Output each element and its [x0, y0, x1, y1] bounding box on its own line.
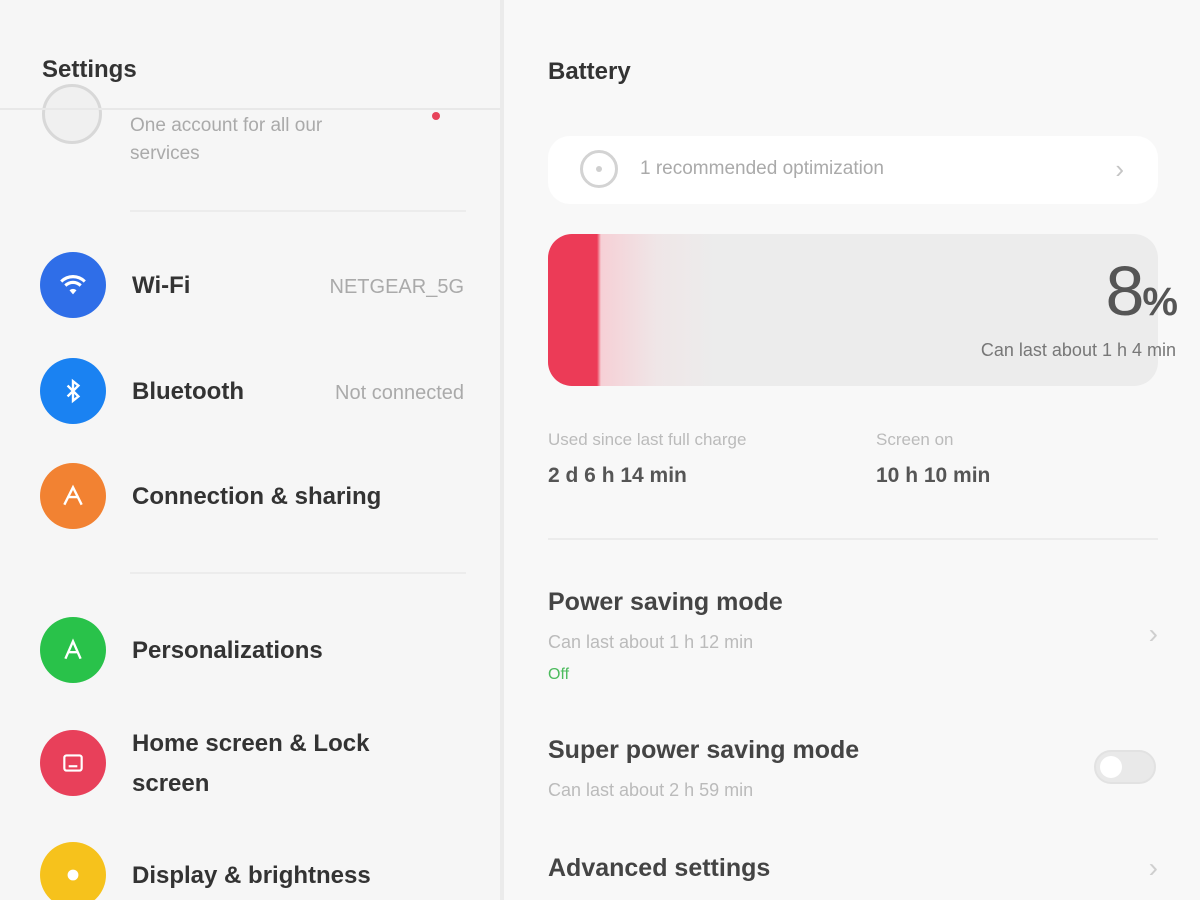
battery-title: Battery — [548, 58, 631, 85]
chevron-right-icon: › — [1148, 852, 1158, 883]
settings-title: Settings — [42, 56, 137, 83]
sidebar-item-label: Personalizations — [132, 637, 323, 664]
wifi-icon — [40, 252, 106, 318]
toggle-knob — [1100, 756, 1122, 778]
optimization-icon — [580, 150, 618, 188]
sidebar-item-home-lock-screen[interactable]: Home screen & Lock screen — [0, 730, 500, 810]
notification-dot — [432, 112, 440, 120]
super-power-saving-row: Super power saving mode Can last about 2… — [504, 736, 1200, 806]
screen-on-label: Screen on — [876, 430, 954, 449]
section-divider — [130, 572, 466, 574]
power-saving-title: Power saving mode — [548, 588, 783, 616]
since-full-charge-value: 2 d 6 h 14 min — [548, 464, 687, 487]
advanced-settings-row[interactable]: Advanced settings › — [504, 852, 1200, 894]
super-power-saving-title: Super power saving mode — [548, 736, 860, 764]
battery-level-bar — [548, 234, 717, 386]
power-saving-mode-row[interactable]: Power saving mode Can last about 1 h 12 … — [504, 588, 1200, 688]
bluetooth-status-value: Not connected — [335, 382, 464, 404]
chevron-right-icon: › — [1148, 618, 1158, 649]
screen-on-value: 10 h 10 min — [876, 464, 991, 487]
battery-percentage: 8% — [1105, 256, 1178, 337]
super-power-saving-subtitle: Can last about 2 h 59 min — [548, 780, 754, 800]
chevron-right-icon: › — [1115, 154, 1124, 184]
header-divider — [0, 108, 500, 110]
since-full-charge-label: Used since last full charge — [548, 430, 747, 449]
sidebar-item-wifi[interactable]: Wi-Fi NETGEAR_5G — [0, 252, 500, 318]
advanced-settings-title: Advanced settings — [548, 854, 771, 882]
share-icon — [40, 463, 106, 529]
sidebar-item-label: Home screen & Lock screen — [132, 730, 370, 797]
sidebar-item-personalizations[interactable]: Personalizations — [0, 617, 500, 683]
battery-time-estimate: Can last about 1 h 4 min — [980, 340, 1176, 360]
sidebar-item-label: Connection & sharing — [132, 483, 382, 510]
wifi-network-value: NETGEAR_5G — [329, 276, 464, 298]
optimization-card[interactable]: 1 recommended optimization › — [548, 136, 1158, 204]
battery-panel: Battery 1 recommended optimization › 8% … — [504, 0, 1200, 900]
personalization-icon — [40, 617, 106, 683]
power-saving-subtitle: Can last about 1 h 12 min — [548, 632, 754, 652]
home-screen-icon — [40, 730, 106, 796]
section-divider — [130, 210, 466, 212]
sidebar-item-bluetooth[interactable]: Bluetooth Not connected — [0, 358, 500, 424]
battery-percentage-value: 8 — [1105, 252, 1144, 330]
bluetooth-icon — [40, 358, 106, 424]
account-subtitle[interactable]: One account for all our services — [130, 112, 370, 168]
sidebar-item-display-brightness[interactable]: Display & brightness — [0, 842, 500, 900]
sidebar-item-connection-sharing[interactable]: Connection & sharing — [0, 463, 500, 529]
battery-level-card — [548, 234, 1158, 386]
section-divider — [548, 538, 1158, 540]
account-avatar[interactable] — [42, 84, 102, 144]
battery-percentage-unit: % — [1142, 280, 1178, 324]
sidebar-item-label: Display & brightness — [132, 862, 371, 889]
brightness-icon — [40, 842, 106, 900]
settings-sidebar: Settings One account for all our service… — [0, 0, 500, 900]
super-power-saving-toggle[interactable] — [1094, 750, 1156, 784]
optimization-text: 1 recommended optimization — [640, 158, 884, 179]
power-saving-status: Off — [548, 666, 570, 683]
